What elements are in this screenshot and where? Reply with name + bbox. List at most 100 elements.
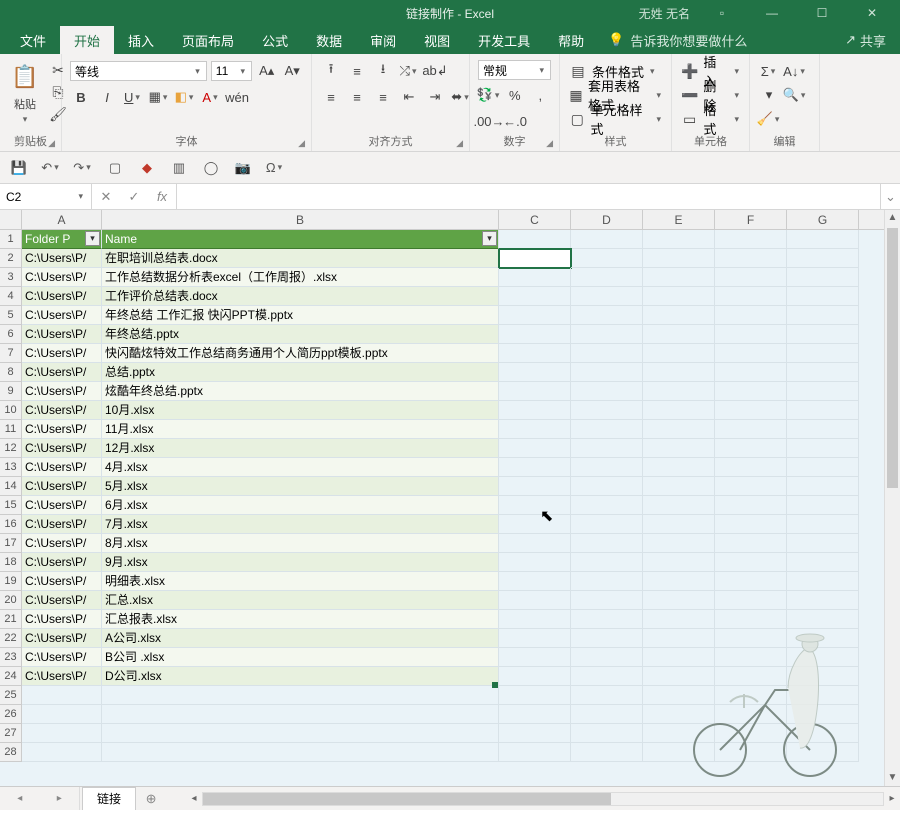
- autosum-icon[interactable]: Σ▾: [758, 61, 780, 81]
- cell[interactable]: [787, 477, 859, 496]
- fx-icon[interactable]: fx: [148, 189, 176, 204]
- qat-btn-4[interactable]: ◯: [200, 157, 222, 179]
- row-header-18[interactable]: 18: [0, 553, 22, 572]
- paste-button[interactable]: 📋 粘贴 ▾: [8, 60, 42, 125]
- expand-formula-bar-icon[interactable]: ⌄: [880, 184, 900, 209]
- cell-folder[interactable]: C:\Users\P/: [22, 420, 102, 439]
- cell[interactable]: [571, 724, 643, 743]
- cell-folder[interactable]: C:\Users\P/: [22, 553, 102, 572]
- cell[interactable]: [715, 458, 787, 477]
- font-color-button[interactable]: A▾: [200, 87, 222, 107]
- maximize-button[interactable]: ☐: [804, 6, 840, 20]
- cell[interactable]: [499, 363, 571, 382]
- cell[interactable]: [715, 363, 787, 382]
- cell[interactable]: [102, 686, 499, 705]
- cell[interactable]: [499, 629, 571, 648]
- row-header-20[interactable]: 20: [0, 591, 22, 610]
- cell[interactable]: [499, 439, 571, 458]
- cell[interactable]: [787, 458, 859, 477]
- col-header-B[interactable]: B: [102, 210, 499, 229]
- cell-folder[interactable]: C:\Users\P/: [22, 401, 102, 420]
- font-size[interactable]: 11▾: [211, 61, 252, 81]
- scroll-up-icon[interactable]: ▲: [885, 210, 900, 226]
- cell[interactable]: [499, 458, 571, 477]
- italic-button[interactable]: I: [96, 87, 118, 107]
- cell[interactable]: [499, 553, 571, 572]
- font-name[interactable]: 等线▾: [70, 61, 207, 81]
- cell-name[interactable]: A公司.xlsx: [102, 629, 499, 648]
- align-right-icon[interactable]: ≡: [372, 87, 394, 107]
- cell-folder[interactable]: C:\Users\P/: [22, 287, 102, 306]
- cell[interactable]: [499, 401, 571, 420]
- cell[interactable]: [643, 344, 715, 363]
- cell[interactable]: [643, 420, 715, 439]
- cell[interactable]: [787, 249, 859, 268]
- cell-folder[interactable]: C:\Users\P/: [22, 439, 102, 458]
- table-header-folder[interactable]: Folder P▾: [22, 230, 102, 249]
- row-header-15[interactable]: 15: [0, 496, 22, 515]
- cell-folder[interactable]: C:\Users\P/: [22, 344, 102, 363]
- cell[interactable]: [571, 325, 643, 344]
- clear-icon[interactable]: 🧹▾: [758, 109, 780, 129]
- table-header-name[interactable]: Name▾: [102, 230, 499, 249]
- cell-folder[interactable]: C:\Users\P/: [22, 268, 102, 287]
- cell-name[interactable]: 7月.xlsx: [102, 515, 499, 534]
- cell[interactable]: [571, 705, 643, 724]
- cell[interactable]: [715, 382, 787, 401]
- border-button[interactable]: ▦▾: [148, 87, 170, 107]
- cell-name[interactable]: D公司.xlsx: [102, 667, 499, 686]
- cell[interactable]: [715, 553, 787, 572]
- cancel-formula-icon[interactable]: ✕: [92, 189, 120, 205]
- cell[interactable]: [571, 572, 643, 591]
- cell[interactable]: [787, 287, 859, 306]
- cell[interactable]: [643, 401, 715, 420]
- col-header-F[interactable]: F: [715, 210, 787, 229]
- cell[interactable]: [715, 572, 787, 591]
- row-header-6[interactable]: 6: [0, 325, 22, 344]
- sort-filter-icon[interactable]: A↓▾: [784, 61, 806, 81]
- row-header-2[interactable]: 2: [0, 249, 22, 268]
- cell[interactable]: [499, 325, 571, 344]
- cell-name[interactable]: 8月.xlsx: [102, 534, 499, 553]
- cell[interactable]: [787, 553, 859, 572]
- horizontal-scrollbar[interactable]: ◂ ▸: [186, 787, 900, 810]
- cell[interactable]: [643, 287, 715, 306]
- row-header-22[interactable]: 22: [0, 629, 22, 648]
- cell[interactable]: [571, 287, 643, 306]
- cell[interactable]: [787, 268, 859, 287]
- close-button[interactable]: ✕: [854, 6, 890, 20]
- bold-button[interactable]: B: [70, 87, 92, 107]
- format-cells-button[interactable]: ▭格式▾: [680, 108, 741, 130]
- cell-name[interactable]: 12月.xlsx: [102, 439, 499, 458]
- phonetic-button[interactable]: wén: [226, 87, 248, 107]
- scroll-thumb[interactable]: [887, 228, 898, 488]
- fill-color-button[interactable]: ◧▾: [174, 87, 196, 107]
- cell-folder[interactable]: C:\Users\P/: [22, 515, 102, 534]
- cell[interactable]: [499, 534, 571, 553]
- cell-name[interactable]: 5月.xlsx: [102, 477, 499, 496]
- cell[interactable]: [715, 401, 787, 420]
- find-icon[interactable]: 🔍▾: [784, 85, 806, 105]
- vertical-scrollbar[interactable]: ▲ ▼: [884, 210, 900, 786]
- align-middle-icon[interactable]: ≡: [346, 61, 368, 81]
- cell-name[interactable]: 汇总报表.xlsx: [102, 610, 499, 629]
- cell[interactable]: [571, 667, 643, 686]
- tab-insert[interactable]: 插入: [114, 26, 168, 54]
- cell[interactable]: [643, 382, 715, 401]
- align-top-icon[interactable]: ⭱: [320, 61, 342, 81]
- cell[interactable]: [715, 287, 787, 306]
- save-icon[interactable]: 💾: [8, 157, 30, 179]
- cell[interactable]: [102, 705, 499, 724]
- cell[interactable]: [715, 477, 787, 496]
- cell[interactable]: [499, 477, 571, 496]
- cell-folder[interactable]: C:\Users\P/: [22, 477, 102, 496]
- cell[interactable]: [715, 515, 787, 534]
- cell[interactable]: [643, 306, 715, 325]
- cell[interactable]: [571, 477, 643, 496]
- cell[interactable]: [643, 477, 715, 496]
- row-header-10[interactable]: 10: [0, 401, 22, 420]
- cell[interactable]: [643, 534, 715, 553]
- cell-name[interactable]: 炫酷年终总结.pptx: [102, 382, 499, 401]
- row-header-11[interactable]: 11: [0, 420, 22, 439]
- cell-folder[interactable]: C:\Users\P/: [22, 572, 102, 591]
